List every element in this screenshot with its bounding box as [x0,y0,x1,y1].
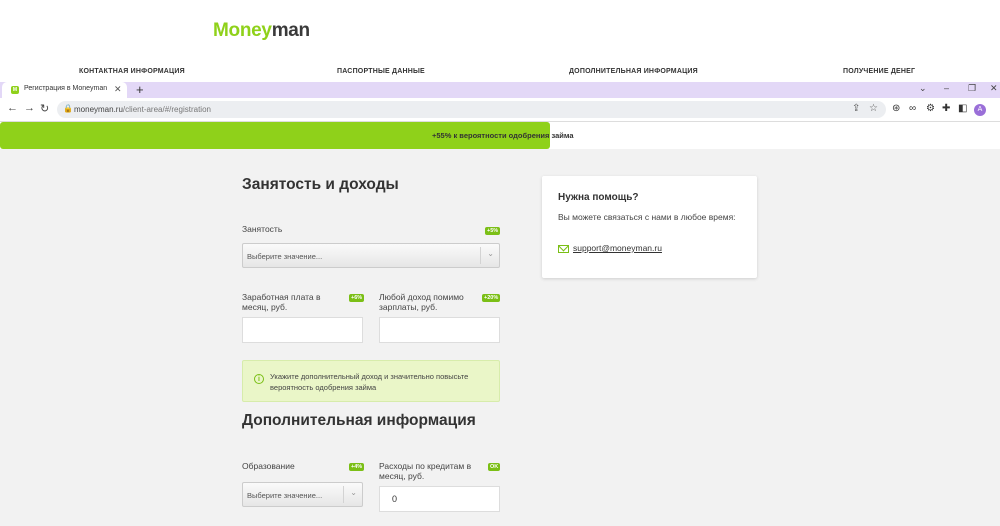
help-text: Вы можете связаться с нами в любое время… [558,212,736,222]
occupation-label: Занятость [242,224,283,234]
education-label: Образование [242,461,295,471]
salary-input[interactable] [242,317,363,343]
site-header: Moneyman КОНТАКТНАЯ ИНФОРМАЦИЯ ПАСПОРТНЫ… [0,0,1000,82]
address-bar[interactable]: 🔒 moneyman.ru/client-area/#/registration… [57,101,886,118]
other-income-label: Любой доход помимо зарплаты, руб. [379,292,464,312]
step-get-money[interactable]: ПОЛУЧЕНИЕ ДЕНЕГ [843,68,915,75]
tab-search-chevron-icon[interactable]: ⌄ [919,83,927,94]
glasses-extension-icon[interactable]: ∞ [909,103,916,114]
browser-tab-bar: M Регистрация в Moneyman ✕ + ⌄ – ❐ ✕ [0,82,1000,98]
close-window-icon[interactable]: ✕ [990,83,998,94]
url-text[interactable]: moneyman.ru/client-area/#/registration [74,105,211,114]
chevron-down-icon[interactable]: ⌄ [487,249,494,258]
income-hint: i Укажите дополнительный доход и значите… [242,360,500,402]
registration-steps: КОНТАКТНАЯ ИНФОРМАЦИЯ ПАСПОРТНЫЕ ДАННЫЕ … [0,68,1000,80]
additional-section-title: Дополнительная информация [242,412,476,429]
tab-title: Регистрация в Moneyman [24,85,108,92]
support-email-link[interactable]: support@moneyman.ru [573,243,662,253]
profile-avatar[interactable]: A [974,104,986,116]
info-icon: i [254,374,264,384]
share-icon[interactable]: ⇪ [852,103,860,114]
approval-progress-text: +55% к вероятности одобрения займа [432,131,574,140]
income-hint-text: Укажите дополнительный доход и значитель… [270,372,469,392]
star-icon[interactable]: ☆ [869,103,878,114]
sidebar-icon[interactable]: ◧ [958,103,967,114]
salary-badge: +6% [349,294,365,302]
mail-icon [558,245,569,253]
lock-icon[interactable]: 🔒 [63,104,73,113]
other-income-badge: +20% [482,294,501,302]
other-income-input[interactable] [379,317,500,343]
education-placeholder: Выберите значение... [247,491,323,500]
employment-section-title: Занятость и доходы [242,176,399,193]
credit-expenses-badge: OK [488,463,501,471]
restore-icon[interactable]: ❐ [968,83,976,94]
step-contact-info[interactable]: КОНТАКТНАЯ ИНФОРМАЦИЯ [79,68,185,75]
occupation-badge: +5% [485,227,501,235]
minimize-icon[interactable]: – [944,83,949,93]
tab-close-icon[interactable]: ✕ [114,84,122,95]
select-divider [480,247,481,264]
education-badge: +4% [349,463,365,471]
help-card: Нужна помощь? Вы можете связаться с нами… [542,176,757,278]
help-title: Нужна помощь? [558,192,639,203]
credit-expenses-label: Расходы по кредитам в месяц, руб. [379,461,472,481]
credit-expenses-input[interactable]: 0 [379,486,500,512]
chevron-down-icon[interactable]: ⌄ [350,488,357,497]
browser-tab[interactable]: M Регистрация в Moneyman ✕ [2,82,127,98]
occupation-placeholder: Выберите значение... [247,252,323,261]
occupation-select[interactable]: Выберите значение... ⌄ [242,243,500,268]
new-tab-icon[interactable]: + [136,82,144,98]
puzzle-extension-icon[interactable]: ✚ [942,103,950,114]
extension-icon[interactable]: ⊛ [892,103,900,114]
credit-expenses-value: 0 [392,494,398,504]
step-additional-info[interactable]: ДОПОЛНИТЕЛЬНАЯ ИНФОРМАЦИЯ [569,68,698,75]
select-divider [343,486,344,503]
education-select[interactable]: Выберите значение... ⌄ [242,482,363,507]
logo-part-green: Money [213,20,272,41]
moneyman-logo[interactable]: Moneyman [213,20,310,42]
approval-progress: +55% к вероятности одобрения займа [0,122,1000,149]
browser-toolbar: ← → ↻ 🔒 moneyman.ru/client-area/#/regist… [0,98,1000,122]
settings-extension-icon[interactable]: ⚙ [926,103,935,114]
reload-icon[interactable]: ↻ [40,102,49,115]
url-domain: moneyman.ru [74,105,123,114]
forward-icon[interactable]: → [24,102,35,114]
url-path: /client-area/#/registration [122,105,211,114]
back-icon[interactable]: ← [7,102,18,114]
step-passport-data[interactable]: ПАСПОРТНЫЕ ДАННЫЕ [337,68,425,75]
logo-part-dark: man [271,20,310,41]
salary-label: Заработная плата в месяц, руб. [242,292,321,312]
tab-favicon-icon: M [11,86,19,94]
